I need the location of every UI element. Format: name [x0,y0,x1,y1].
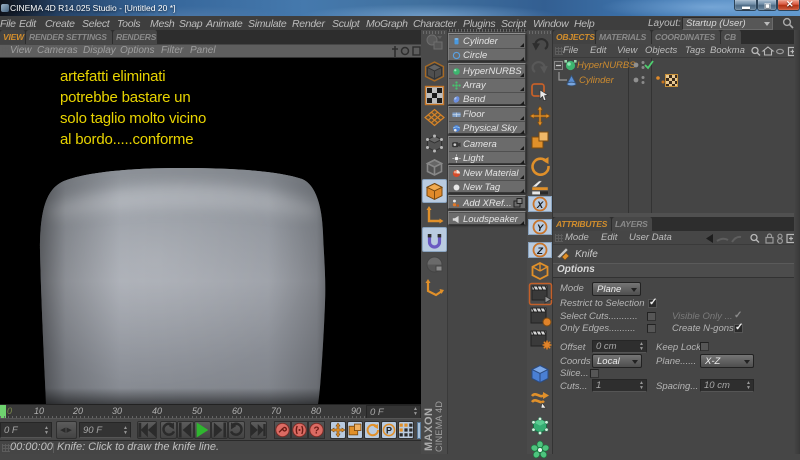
svg-text:?: ? [314,425,320,436]
svg-text:P: P [386,426,392,436]
svg-text:Z: Z [536,246,544,257]
svg-text:X: X [536,200,544,211]
